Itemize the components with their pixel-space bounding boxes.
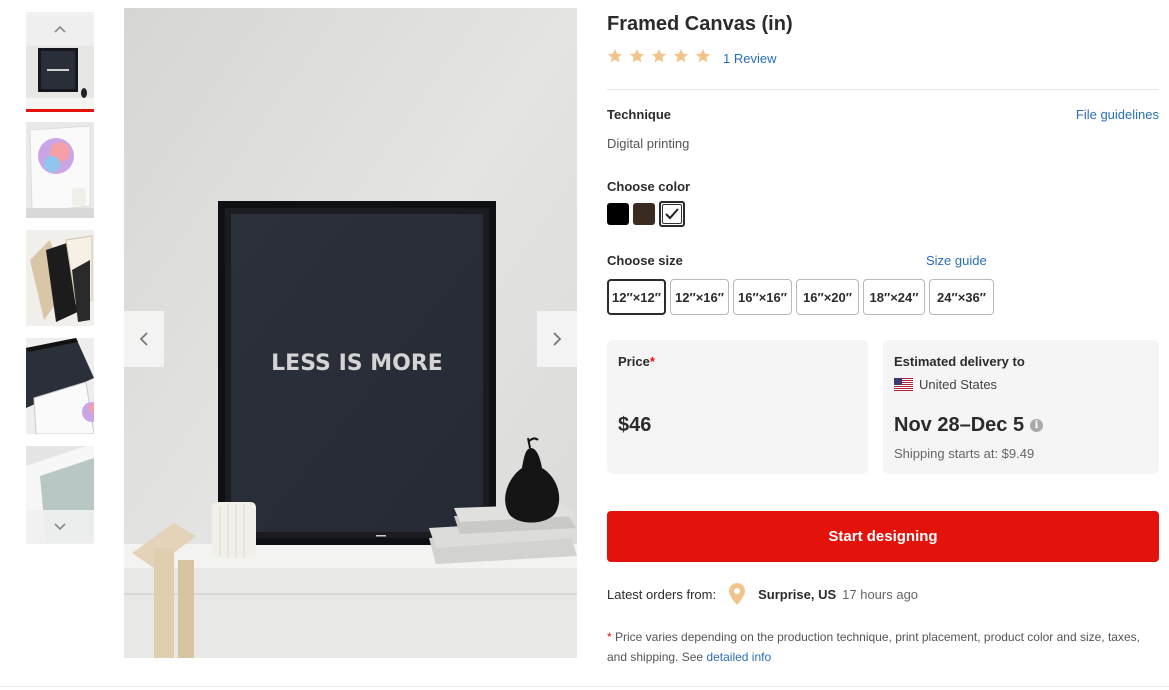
price-card: Price* $46	[607, 340, 868, 474]
chevron-left-icon	[139, 332, 148, 346]
star-icon	[630, 49, 644, 63]
price-label: Price*	[618, 354, 655, 369]
star-icon	[696, 49, 710, 63]
color-swatch-black[interactable]	[607, 203, 629, 225]
size-option[interactable]: 12″×12″	[607, 279, 666, 315]
choose-size-label: Choose size	[607, 253, 683, 268]
delivery-card: Estimated delivery to United States Nov …	[883, 340, 1159, 474]
latest-orders-label: Latest orders from:	[607, 586, 717, 602]
page-divider	[0, 686, 1169, 687]
star-icon	[652, 49, 666, 63]
size-guide-link[interactable]: Size guide	[926, 253, 987, 268]
order-location: Surprise, US	[758, 586, 837, 602]
size-option[interactable]: 16″×16″	[733, 279, 792, 315]
delivery-country: United States	[894, 377, 997, 392]
technique-value: Digital printing	[607, 136, 690, 151]
chevron-up-icon	[54, 25, 66, 33]
main-product-image: LESS IS MORE	[124, 8, 577, 658]
technique-label: Technique	[607, 107, 672, 122]
detailed-info-link[interactable]: detailed info	[706, 650, 771, 664]
size-option[interactable]: 12″×16″	[670, 279, 729, 315]
delivery-range: Nov 28–Dec 5i	[894, 414, 1044, 437]
star-icon	[674, 49, 688, 63]
divider	[607, 89, 1159, 90]
thumbnail-3[interactable]	[26, 230, 94, 326]
next-image-button[interactable]	[537, 311, 577, 367]
product-title: Framed Canvas (in)	[607, 13, 793, 35]
price-footnote: * Price varies depending on the producti…	[607, 630, 1140, 664]
info-icon[interactable]: i	[1030, 419, 1044, 432]
start-designing-button[interactable]: Start designing	[607, 511, 1159, 562]
previous-image-button[interactable]	[124, 311, 164, 367]
color-swatch-brown[interactable]	[633, 203, 655, 225]
checkmark-icon	[665, 208, 679, 220]
thumbnail-scroll-up-button[interactable]	[26, 12, 94, 46]
chevron-right-icon	[553, 332, 562, 346]
color-swatch-white[interactable]	[659, 201, 685, 227]
latest-orders: Latest orders from: Surprise, US 17 hour…	[607, 583, 918, 605]
rating-stars	[607, 48, 711, 64]
star-icon	[608, 49, 622, 63]
svg-text:LESS IS MORE: LESS IS MORE	[271, 351, 443, 376]
chevron-down-icon	[54, 523, 66, 531]
choose-color-label: Choose color	[607, 179, 691, 194]
size-option[interactable]: 16″×20″	[796, 279, 859, 315]
location-pin-icon	[729, 583, 746, 605]
delivery-country-name: United States	[919, 377, 998, 392]
file-guidelines-link[interactable]: File guidelines	[1076, 107, 1159, 122]
size-options: 12″×12″ 12″×16″ 16″×16″ 16″×20″ 18″×24″ …	[607, 279, 994, 315]
reviews-link[interactable]: 1 Review	[723, 51, 776, 66]
size-option[interactable]: 24″×36″	[929, 279, 994, 315]
price-value: $46	[618, 414, 652, 436]
order-time: 17 hours ago	[842, 586, 919, 602]
thumbnail-scroll-down-button[interactable]	[26, 510, 94, 544]
framed-canvas-photo: LESS IS MORE	[124, 8, 577, 658]
thumbnail-strip	[26, 12, 94, 544]
size-option[interactable]: 18″×24″	[863, 279, 925, 315]
thumbnail-2[interactable]	[26, 122, 94, 218]
delivery-label: Estimated delivery to	[894, 354, 1025, 369]
thumbnail-4[interactable]	[26, 338, 94, 434]
shipping-cost: Shipping starts at: $9.49	[894, 446, 1035, 461]
us-flag-icon	[894, 378, 913, 391]
color-swatches	[607, 201, 685, 227]
